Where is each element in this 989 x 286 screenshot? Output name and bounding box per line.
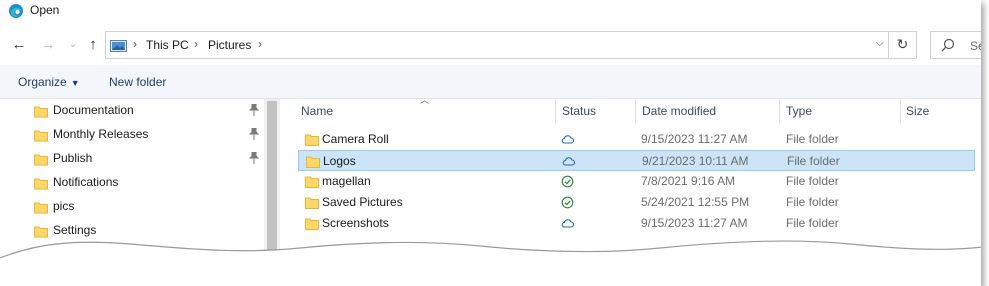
sidebar-item-pics[interactable]: pics — [0, 195, 264, 219]
folder-icon — [34, 130, 48, 142]
cloud-icon — [561, 219, 574, 228]
column-header-size[interactable]: Size — [906, 104, 929, 118]
refresh-button[interactable]: ↻ — [888, 31, 916, 59]
file-row-magellan[interactable]: magellan 7/8/2021 9:16 AM File folder — [298, 171, 975, 192]
sidebar-item-documentation[interactable]: Documentation — [0, 99, 264, 123]
breadcrumb-this-pc[interactable]: This PC — [146, 38, 189, 52]
sidebar-item-notifications[interactable]: Notifications — [0, 171, 264, 195]
file-row-saved-pictures[interactable]: Saved Pictures 5/24/2021 12:55 PM File f… — [298, 192, 975, 213]
file-type: File folder — [787, 154, 840, 168]
file-name: Logos — [323, 154, 356, 168]
recent-locations-button[interactable]: ⌄ — [64, 37, 82, 53]
up-button[interactable]: ↑ — [84, 37, 102, 53]
date-modified: 9/15/2023 11:27 AM — [641, 216, 748, 230]
column-divider[interactable] — [635, 99, 636, 123]
arrow-up-icon: ↑ — [89, 36, 97, 53]
breadcrumb-separator: › — [258, 37, 262, 51]
refresh-icon: ↻ — [896, 36, 909, 52]
date-modified: 7/8/2021 9:16 AM — [641, 174, 736, 188]
folder-icon — [305, 218, 319, 230]
folder-icon — [34, 202, 48, 214]
sidebar-item-monthly-releases[interactable]: Monthly Releases — [0, 123, 264, 147]
window-title: Open — [30, 3, 60, 17]
file-type: File folder — [786, 174, 839, 188]
torn-edge-decoration — [0, 240, 981, 286]
file-row-camera-roll[interactable]: Camera Roll 9/15/2023 11:27 AM File fold… — [298, 129, 975, 150]
search-icon — [941, 38, 955, 52]
folder-icon — [34, 178, 48, 190]
open-dialog: Open ← → ⌄ ↑ › This PC › Pictures › ⌵ ↻ … — [0, 0, 981, 286]
folder-icon — [306, 156, 320, 168]
folder-icon — [34, 106, 48, 118]
column-divider[interactable] — [900, 99, 901, 123]
search-box[interactable]: Se — [930, 31, 981, 59]
cloud-icon — [561, 135, 574, 144]
organize-label: Organize — [18, 75, 67, 89]
sidebar-item-label: Notifications — [53, 175, 119, 189]
file-row-screenshots[interactable]: Screenshots 9/15/2023 11:27 AM File fold… — [298, 213, 975, 234]
edge-app-icon — [9, 4, 23, 18]
column-header-date-modified[interactable]: Date modified — [642, 104, 716, 118]
new-folder-button[interactable]: New folder — [109, 75, 166, 89]
pin-icon[interactable] — [249, 128, 259, 140]
arrow-right-icon: → — [40, 36, 56, 53]
cloud-icon — [562, 157, 575, 166]
sidebar-item-label: pics — [53, 199, 75, 213]
date-modified: 9/15/2023 11:27 AM — [641, 132, 748, 146]
arrow-left-icon: ← — [11, 36, 27, 53]
column-divider[interactable] — [779, 99, 780, 123]
address-dropdown-icon[interactable]: ⌵ — [876, 37, 884, 50]
file-type: File folder — [786, 132, 839, 146]
chevron-down-icon: ⌄ — [68, 39, 78, 50]
column-header-status[interactable]: Status — [562, 104, 596, 118]
folder-icon — [305, 197, 319, 209]
file-row-logos[interactable]: Logos 9/21/2023 10:11 AM File folder — [298, 150, 975, 171]
search-placeholder: Se — [970, 39, 981, 53]
file-type: File folder — [786, 195, 839, 209]
folder-icon — [305, 134, 319, 146]
back-button[interactable]: ← — [10, 37, 28, 53]
column-divider[interactable] — [555, 99, 556, 123]
sidebar-item-label: Documentation — [53, 103, 134, 117]
pin-icon[interactable] — [249, 104, 259, 116]
column-header-type[interactable]: Type — [786, 104, 812, 118]
folder-icon — [34, 154, 48, 166]
synced-check-icon — [561, 196, 574, 209]
breadcrumb-pictures[interactable]: Pictures — [208, 38, 251, 52]
navigation-bar: ← → ⌄ ↑ › This PC › Pictures › ⌵ ↻ S — [0, 31, 981, 59]
address-bar[interactable]: › This PC › Pictures › ⌵ — [105, 31, 917, 59]
sidebar-item-publish[interactable]: Publish — [0, 147, 264, 171]
command-bar: Organize ▼ New folder — [0, 65, 981, 99]
date-modified: 5/24/2021 12:55 PM — [641, 195, 750, 209]
organize-button[interactable]: Organize ▼ — [18, 75, 80, 89]
sort-ascending-icon: ︿ — [420, 95, 430, 105]
forward-button[interactable]: → — [39, 37, 57, 53]
synced-check-icon — [561, 175, 574, 188]
sidebar-item-label: Publish — [53, 151, 93, 165]
title-bar: Open — [0, 0, 981, 22]
file-name: Screenshots — [322, 216, 389, 230]
column-header-name[interactable]: Name — [301, 104, 333, 118]
breadcrumb-separator: › — [133, 37, 137, 51]
file-name: Camera Roll — [322, 132, 389, 146]
sidebar-item-label: Monthly Releases — [53, 127, 149, 141]
caret-down-icon: ▼ — [70, 78, 80, 88]
date-modified: 9/21/2023 10:11 AM — [642, 154, 749, 168]
pin-icon[interactable] — [249, 152, 259, 164]
file-name: Saved Pictures — [322, 195, 403, 209]
folder-icon — [305, 176, 319, 188]
breadcrumb-separator: › — [194, 37, 198, 51]
file-name: magellan — [322, 174, 371, 188]
pictures-location-icon — [110, 40, 127, 52]
file-type: File folder — [786, 216, 839, 230]
